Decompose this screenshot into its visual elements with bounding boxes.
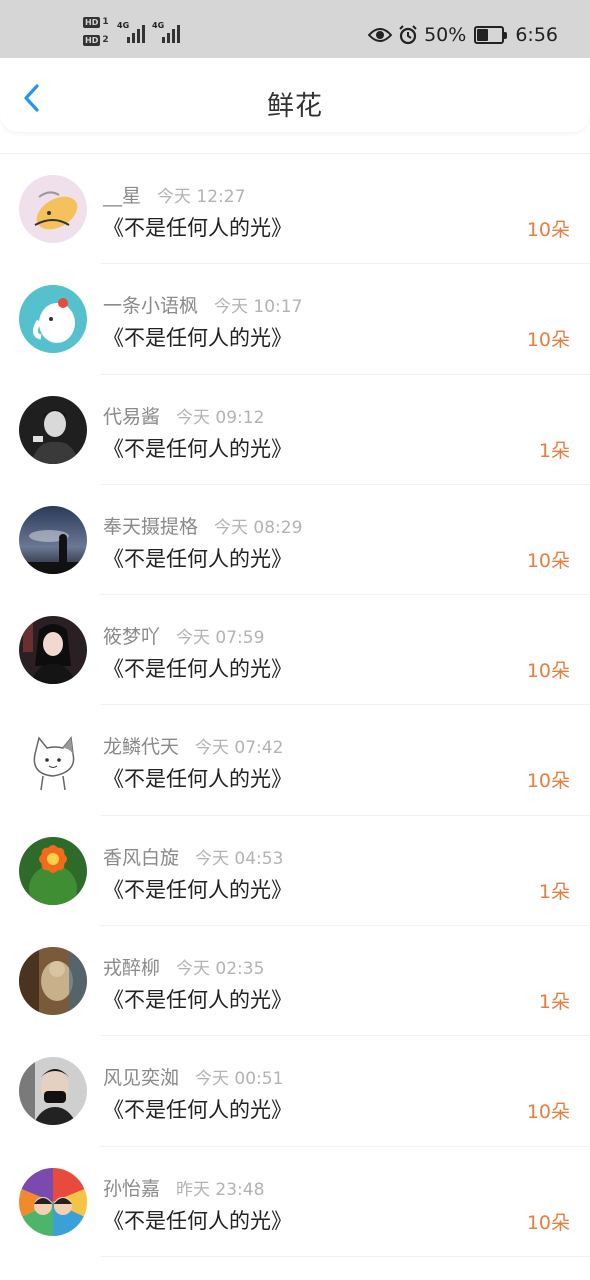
user-name: __星 今天 12:27: [103, 185, 246, 207]
flower-count: 10朵: [526, 1101, 570, 1124]
list-item[interactable]: __星 今天 12:27 《不是任何人的光》 10朵: [0, 154, 590, 265]
hd-voice-icon-1: HD 1: [83, 16, 109, 28]
flower-record-list: __星 今天 12:27 《不是任何人的光》 10朵 一条小语枫 今天 10:17 《不是任…: [0, 154, 590, 1258]
flower-count: 10朵: [526, 329, 570, 352]
list-item[interactable]: 龙鳞代天 今天 07:42 《不是任何人的光》 10朵: [0, 705, 590, 817]
avatar[interactable]: [19, 175, 87, 243]
timestamp: 今天 10:17: [214, 297, 303, 318]
work-title: 《不是任何人的光》: [103, 1208, 292, 1233]
flower-count: 1朵: [538, 991, 570, 1014]
work-title: 《不是任何人的光》: [103, 546, 292, 571]
user-name: 风见奕洳 今天 00:51: [103, 1067, 284, 1090]
hd-voice-icon-2: HD 2: [83, 34, 109, 46]
work-title: 《不是任何人的光》: [103, 877, 292, 902]
flower-count: 10朵: [526, 660, 570, 683]
timestamp: 今天 09:12: [176, 407, 265, 428]
flower-count: 10朵: [526, 549, 570, 572]
battery-percent: 50%: [424, 24, 467, 46]
work-title: 《不是任何人的光》: [103, 657, 292, 682]
avatar[interactable]: [19, 947, 87, 1016]
avatar[interactable]: [19, 285, 87, 354]
avatar[interactable]: [19, 1167, 87, 1236]
timestamp: 今天 08:29: [214, 517, 303, 538]
list-item[interactable]: 一条小语枫 今天 10:17 《不是任何人的光》 10朵: [0, 264, 590, 375]
flower-count: 10朵: [526, 219, 570, 241]
user-name: 一条小语枫 今天 10:17: [103, 295, 303, 318]
flower-count: 10朵: [526, 1211, 570, 1234]
page-title: 鲜花: [267, 91, 323, 122]
list-item[interactable]: 香风白旋 今天 04:53 《不是任何人的光》 1朵: [0, 815, 590, 927]
timestamp: 今天 04:53: [195, 848, 284, 869]
work-title: 《不是任何人的光》: [103, 988, 292, 1013]
timestamp: 今天 02:35: [176, 959, 265, 980]
avatar[interactable]: [19, 836, 87, 905]
work-title: 《不是任何人的光》: [103, 767, 292, 792]
user-name: 香风白旋 今天 04:53: [103, 846, 284, 869]
timestamp: 今天 07:59: [176, 628, 265, 649]
user-name: 孙怡嘉 昨天 23:48: [103, 1177, 265, 1200]
avatar[interactable]: [19, 505, 87, 574]
timestamp: 今天 12:27: [157, 187, 246, 207]
list-item[interactable]: 戎醉柳 今天 02:35 《不是任何人的光》 1朵: [0, 926, 590, 1037]
work-title: 《不是任何人的光》: [103, 326, 292, 351]
alarm-icon: [399, 25, 417, 45]
user-name: 龙鳞代天 今天 07:42: [103, 736, 284, 759]
list-item[interactable]: 奉天摄提格 今天 08:29 《不是任何人的光》 10朵: [0, 484, 590, 596]
avatar[interactable]: [19, 616, 87, 685]
flower-count: 10朵: [526, 770, 570, 793]
list-item[interactable]: 筱梦吖 今天 07:59 《不是任何人的光》 10朵: [0, 595, 590, 706]
work-title: 《不是任何人的光》: [103, 1098, 292, 1123]
flower-count: 1朵: [538, 880, 570, 903]
signal-icon-sim1: 4G: [117, 21, 147, 45]
avatar[interactable]: [19, 395, 87, 464]
user-name: 奉天摄提格 今天 08:29: [103, 515, 303, 538]
timestamp: 今天 07:42: [195, 738, 284, 759]
eye-icon: [368, 28, 393, 42]
avatar[interactable]: [19, 726, 87, 795]
signal-icon-sim2: 4G: [152, 21, 182, 45]
list-item[interactable]: 风见奕洳 今天 00:51 《不是任何人的光》 10朵: [0, 1036, 590, 1147]
user-name: 戎醉柳 今天 02:35: [103, 957, 265, 980]
status-right: 50% 6:56: [368, 16, 558, 54]
work-title: 《不是任何人的光》: [103, 216, 292, 240]
battery-icon: [474, 26, 508, 44]
clock: 6:56: [515, 24, 558, 46]
list-item[interactable]: 代易酱 今天 09:12 《不是任何人的光》 1朵: [0, 374, 590, 486]
timestamp: 今天 00:51: [195, 1069, 284, 1090]
work-title: 《不是任何人的光》: [103, 436, 292, 461]
flower-count: 1朵: [538, 439, 570, 462]
timestamp: 昨天 23:48: [176, 1179, 265, 1200]
avatar[interactable]: [19, 1057, 87, 1126]
user-name: 筱梦吖 今天 07:59: [103, 626, 265, 649]
list-item[interactable]: 孙怡嘉 昨天 23:48 《不是任何人的光》 10朵: [0, 1146, 590, 1258]
user-name: 代易酱 今天 09:12: [103, 405, 265, 428]
page-header: 鲜花: [0, 58, 590, 132]
status-bar: HD 1 HD 2 4G 4G 50% 6:56: [0, 0, 590, 58]
